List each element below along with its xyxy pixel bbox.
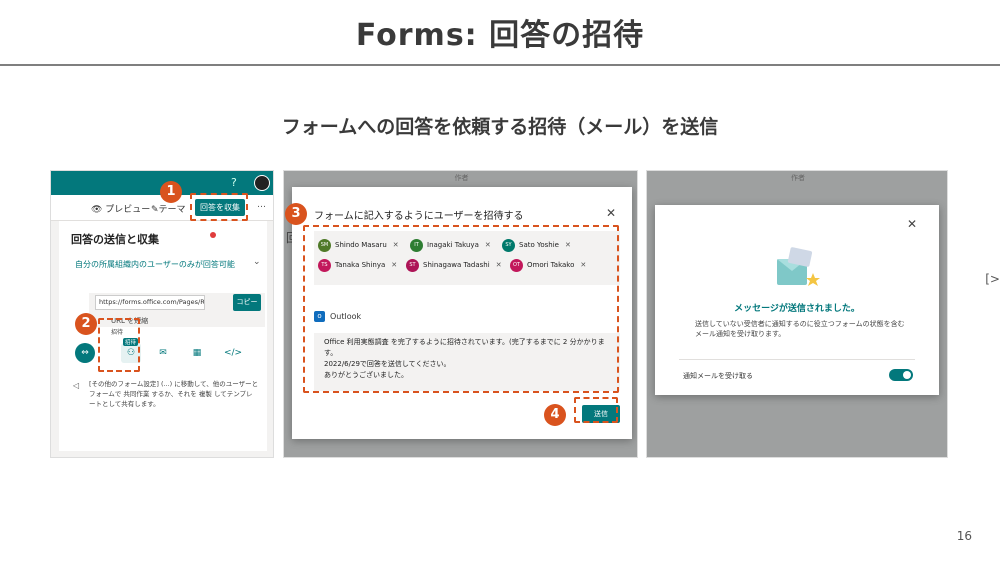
- title-divider: [0, 64, 1000, 66]
- help-icon[interactable]: ?: [231, 176, 237, 189]
- sent-heading: メッセージが送信されました。: [734, 304, 860, 314]
- notification-toggle-label: 通知メールを受け取る: [683, 372, 753, 380]
- preview-button[interactable]: 👁 プレビュー: [91, 202, 150, 215]
- share-tip-text: [その他のフォーム設定] (...) に移動して、他のユーザーとフォームで 共同…: [89, 380, 259, 408]
- screenshot-sent-confirmation: 作者 ✕ メッセージが送信されました。 送信していない受信者に通知するのに役立つ…: [646, 170, 948, 458]
- form-url-input[interactable]: https://forms.office.com/Pages/Resp...: [95, 295, 205, 310]
- page-number: 16: [956, 529, 972, 543]
- panel-title: 回答の送信と収集: [71, 233, 159, 246]
- close-icon[interactable]: ✕: [606, 206, 616, 220]
- highlight-invite-icon: [98, 318, 140, 372]
- edge-mark: [>: [985, 272, 1000, 286]
- background-header: 作者: [454, 174, 469, 182]
- chevron-down-icon[interactable]: ⌄: [253, 257, 261, 267]
- notification-toggle[interactable]: [889, 369, 913, 381]
- megaphone-icon: ◁: [73, 381, 80, 390]
- notification-dot-icon: [210, 232, 216, 238]
- background-header: 作者: [791, 174, 805, 182]
- avatar[interactable]: [254, 175, 270, 191]
- more-options-icon[interactable]: …: [257, 200, 266, 210]
- callout-1: 1: [160, 181, 182, 203]
- send-collect-panel: 回答の送信と収集 自分の所属組織内のユーザーのみが回答可能 ⌄ https://…: [59, 221, 267, 451]
- qr-code-icon[interactable]: ▦: [187, 343, 207, 363]
- link-icon[interactable]: ⇔: [75, 343, 95, 363]
- sent-description: 送信していない受信者に通知するのに役立つフォームの状態を含むメール通知を受け取り…: [695, 320, 905, 338]
- highlight-invite-form: [303, 225, 619, 393]
- highlight-collect-button: [190, 193, 248, 221]
- envelope-sent-icon: [777, 247, 820, 286]
- embed-icon[interactable]: </>: [223, 343, 243, 363]
- theme-button[interactable]: ✎テーマ: [151, 202, 186, 215]
- highlight-send-button: [574, 397, 618, 423]
- permission-dropdown[interactable]: 自分の所属組織内のユーザーのみが回答可能: [75, 259, 235, 270]
- dialog-title: フォームに記入するようにユーザーを招待する: [314, 211, 524, 222]
- divider: [679, 359, 915, 360]
- slide-title: Forms: 回答の招待: [355, 18, 645, 53]
- callout-2: 2: [75, 313, 97, 335]
- mail-icon[interactable]: ✉: [153, 343, 173, 363]
- close-icon[interactable]: ✕: [907, 217, 917, 231]
- sent-confirmation-dialog: ✕ メッセージが送信されました。 送信していない受信者に通知するのに役立つフォー…: [655, 205, 939, 395]
- slide-subtitle: フォームへの回答を依頼する招待（メール）を送信: [281, 116, 719, 138]
- toggle-knob: [903, 371, 911, 379]
- copy-button[interactable]: コピー: [233, 294, 261, 311]
- callout-3: 3: [285, 203, 307, 225]
- callout-4: 4: [544, 404, 566, 426]
